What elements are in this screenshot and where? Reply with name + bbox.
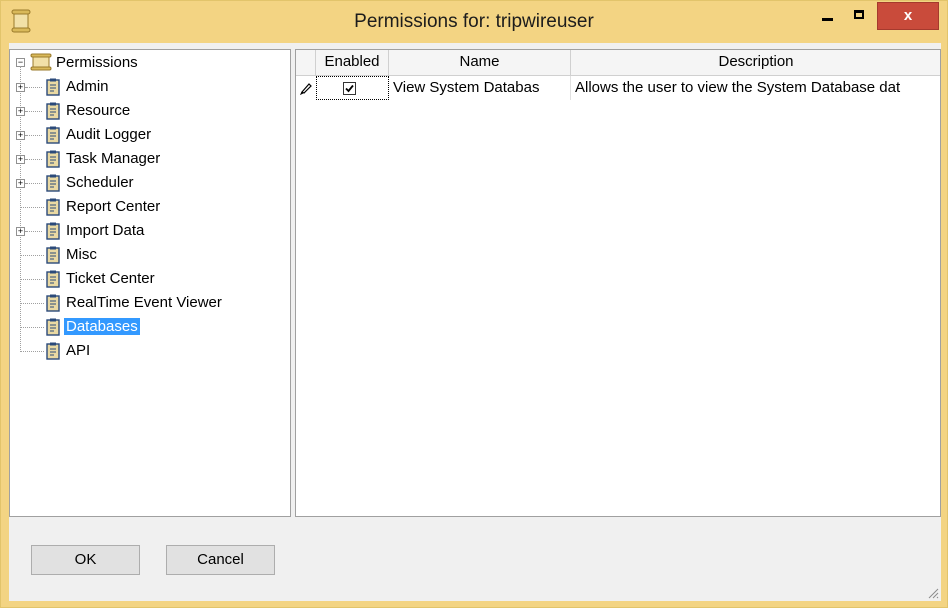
tree-item-label: RealTime Event Viewer xyxy=(66,294,222,311)
tree-item-label: Scheduler xyxy=(66,174,134,191)
permissions-window: Permissions for: tripwireuser x − Permis… xyxy=(0,0,948,608)
tree-item-label: Misc xyxy=(66,246,97,263)
tree-root[interactable]: − Permissions xyxy=(14,52,284,74)
clipboard-icon xyxy=(46,342,60,360)
clipboard-icon xyxy=(46,318,60,336)
name-cell[interactable]: View System Databas xyxy=(389,76,571,100)
maximize-icon xyxy=(854,10,864,19)
clipboard-icon xyxy=(46,198,60,216)
expand-icon[interactable]: + xyxy=(16,227,25,236)
clipboard-icon xyxy=(46,270,60,288)
expand-icon[interactable]: + xyxy=(16,83,25,92)
clipboard-icon xyxy=(46,174,60,192)
clipboard-icon xyxy=(46,126,60,144)
tree-item-label: Import Data xyxy=(66,222,145,239)
tree-guide-line xyxy=(20,279,44,280)
clipboard-icon xyxy=(46,150,60,168)
size-grip-icon[interactable] xyxy=(927,587,939,599)
tree-item-databases[interactable]: Databases xyxy=(20,316,286,338)
minimize-button[interactable] xyxy=(813,2,843,30)
cancel-button[interactable]: Cancel xyxy=(166,545,275,575)
close-button[interactable]: x xyxy=(877,2,939,30)
permissions-tree[interactable]: − Permissions + Admin + Resource + Audit Logg… xyxy=(9,49,291,517)
tree-item-ticket-center[interactable]: Ticket Center xyxy=(20,268,286,290)
description-cell[interactable]: Allows the user to view the System Datab… xyxy=(571,76,940,100)
expand-icon[interactable]: + xyxy=(16,107,25,116)
tree-guide-line xyxy=(26,135,42,136)
tree-item-label: Resource xyxy=(66,102,131,119)
checkmark-icon xyxy=(345,84,354,93)
tree-item-label: Audit Logger xyxy=(66,126,152,143)
tree-guide-line xyxy=(26,231,42,232)
tree-item-label: Ticket Center xyxy=(66,270,155,287)
close-icon: x xyxy=(903,7,913,24)
dialog-client-area: − Permissions + Admin + Resource + Audit Logg… xyxy=(9,43,941,601)
tree-item-admin[interactable]: + Admin xyxy=(16,76,286,98)
expand-icon[interactable]: + xyxy=(16,131,25,140)
expand-icon[interactable]: + xyxy=(16,155,25,164)
column-header-description[interactable]: Description xyxy=(571,50,940,76)
grid-corner-header xyxy=(296,50,316,76)
tree-item-scheduler[interactable]: + Scheduler xyxy=(16,172,286,194)
tree-item-label: Databases xyxy=(64,318,140,335)
tree-root-label: Permissions xyxy=(56,54,138,71)
tree-guide-line xyxy=(20,351,44,352)
tree-guide-line xyxy=(26,111,42,112)
enabled-cell[interactable] xyxy=(316,76,389,100)
title-bar[interactable]: Permissions for: tripwireuser x xyxy=(1,1,947,43)
tree-guide-line xyxy=(26,87,42,88)
tree-guide-line xyxy=(20,303,44,304)
clipboard-icon xyxy=(46,102,60,120)
tree-item-label: Admin xyxy=(66,78,109,95)
clipboard-icon xyxy=(46,294,60,312)
tree-guide-line xyxy=(26,183,42,184)
tree-item-report-center[interactable]: Report Center xyxy=(20,196,286,218)
tree-item-label: Report Center xyxy=(66,198,161,215)
tree-item-label: Task Manager xyxy=(66,150,161,167)
tree-item-task-manager[interactable]: + Task Manager xyxy=(16,148,286,170)
tree-guide-line xyxy=(20,327,44,328)
tree-guide-line xyxy=(20,207,44,208)
column-header-enabled[interactable]: Enabled xyxy=(316,50,389,76)
enabled-checkbox[interactable] xyxy=(343,82,356,95)
tree-item-audit-logger[interactable]: + Audit Logger xyxy=(16,124,286,146)
clipboard-icon xyxy=(46,246,60,264)
maximize-button[interactable] xyxy=(845,2,875,30)
clipboard-icon xyxy=(46,222,60,240)
tree-item-label: API xyxy=(66,342,91,359)
expand-icon[interactable]: + xyxy=(16,179,25,188)
tree-item-api[interactable]: API xyxy=(20,340,286,362)
tree-item-import-data[interactable]: + Import Data xyxy=(16,220,286,242)
row-selector[interactable] xyxy=(296,76,316,100)
tree-item-misc[interactable]: Misc xyxy=(20,244,286,266)
ok-button[interactable]: OK xyxy=(31,545,140,575)
pencil-icon xyxy=(299,83,312,95)
tree-item-realtime-event-viewer[interactable]: RealTime Event Viewer xyxy=(20,292,286,314)
tree-guide-line xyxy=(20,255,44,256)
clipboard-icon xyxy=(46,78,60,96)
tree-guide-line xyxy=(26,159,42,160)
scroll-icon xyxy=(30,53,52,71)
minimize-icon xyxy=(822,18,833,21)
window-title: Permissions for: tripwireuser xyxy=(354,11,594,32)
column-header-name[interactable]: Name xyxy=(389,50,571,76)
tree-item-resource[interactable]: + Resource xyxy=(16,100,286,122)
permissions-grid[interactable]: Enabled Name Description View System Dat… xyxy=(295,49,941,517)
